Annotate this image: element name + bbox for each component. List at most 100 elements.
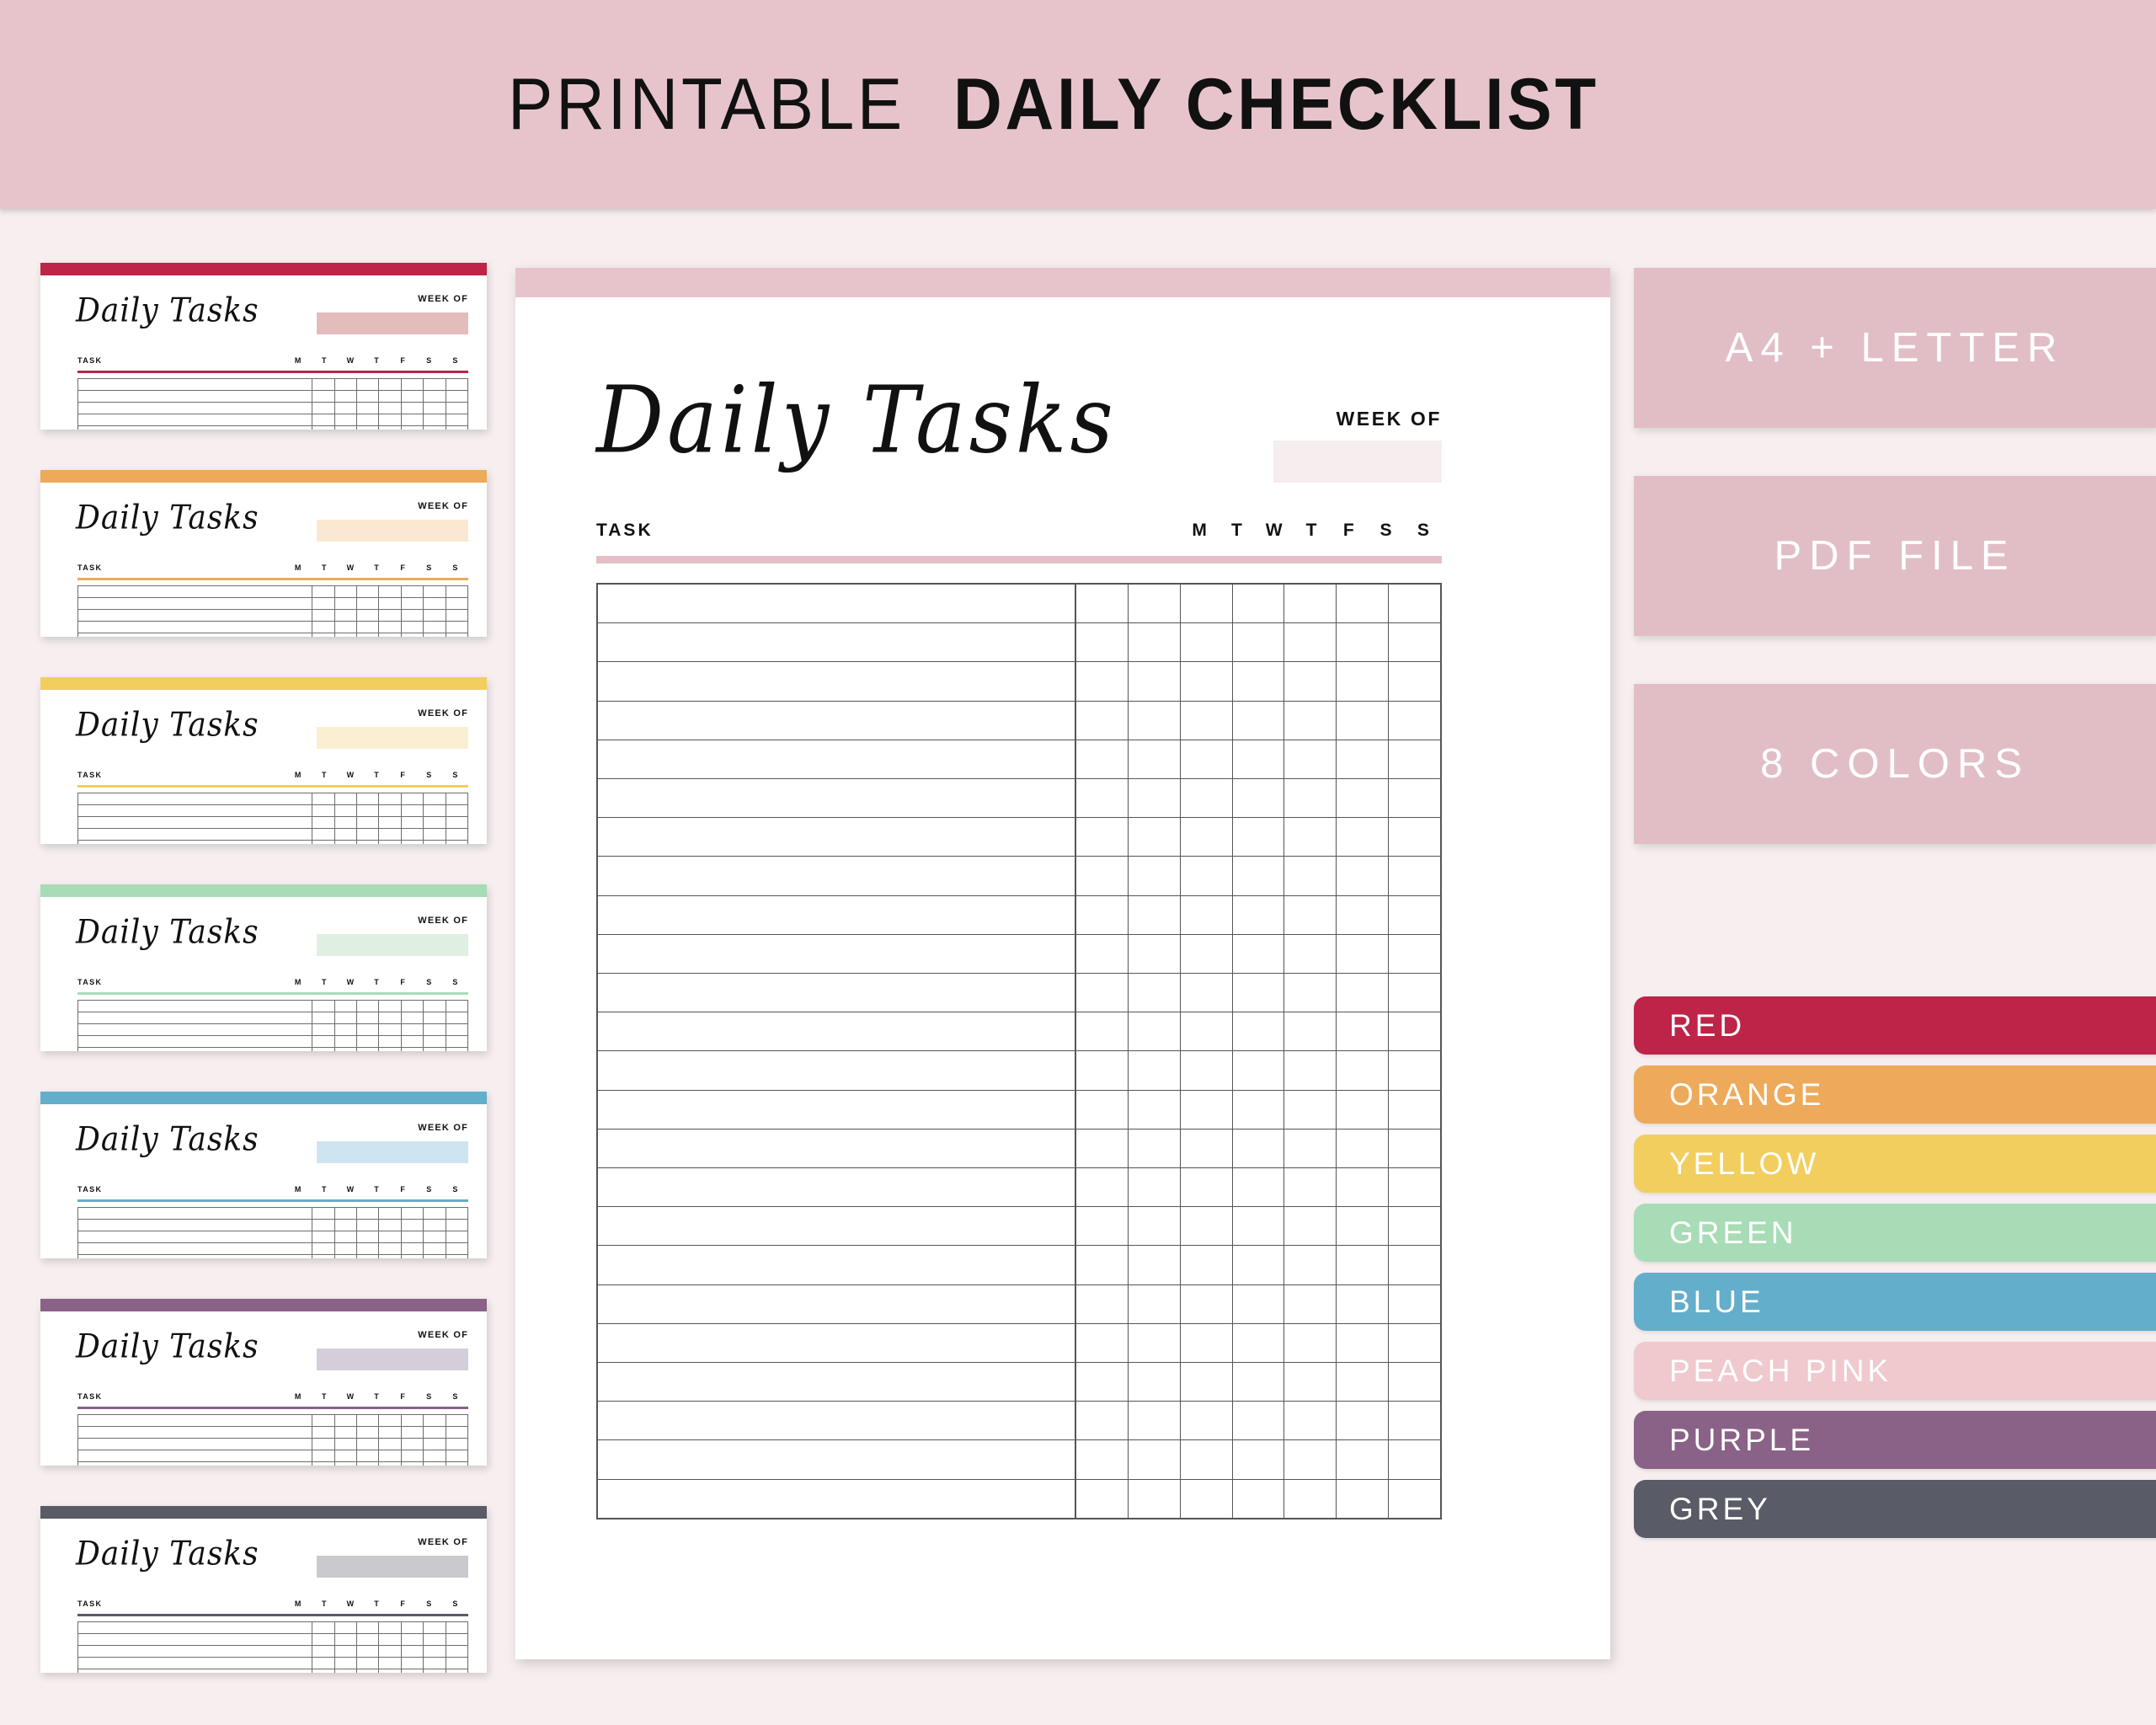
checkbox-cell[interactable]: [1389, 1091, 1441, 1130]
checkbox-cell[interactable]: [1284, 818, 1337, 857]
checkbox-cell[interactable]: [1128, 1207, 1180, 1247]
checkbox-cell[interactable]: [1076, 974, 1128, 1013]
checkbox-cell[interactable]: [1180, 779, 1232, 819]
checkbox-cell[interactable]: [1337, 1207, 1389, 1247]
checkbox-cell[interactable]: [1128, 623, 1180, 663]
checkbox-cell[interactable]: [1180, 1091, 1232, 1130]
checkbox-cell[interactable]: [1337, 662, 1389, 702]
table-row[interactable]: [598, 935, 1075, 975]
checkbox-cell[interactable]: [1076, 662, 1128, 702]
sheet-day-column-0[interactable]: [1076, 585, 1129, 1518]
checkbox-cell[interactable]: [1232, 1130, 1284, 1169]
checkbox-cell[interactable]: [1233, 1480, 1284, 1518]
table-row[interactable]: [598, 1246, 1075, 1285]
checkbox-cell[interactable]: [1232, 740, 1284, 780]
checkbox-cell[interactable]: [1180, 1130, 1232, 1169]
checkbox-cell[interactable]: [1337, 896, 1389, 935]
checkbox-cell[interactable]: [1232, 1091, 1284, 1130]
checkbox-cell[interactable]: [1180, 974, 1232, 1013]
checkbox-cell[interactable]: [1129, 1480, 1180, 1518]
checkbox-cell[interactable]: [1076, 1051, 1128, 1091]
checkbox-cell[interactable]: [1076, 1324, 1128, 1364]
checkbox-cell[interactable]: [1076, 702, 1128, 740]
color-swatch-grey[interactable]: GREY: [1634, 1480, 2156, 1538]
table-row[interactable]: [598, 1051, 1075, 1091]
checkbox-cell[interactable]: [1076, 1363, 1128, 1402]
checkbox-cell[interactable]: [1389, 1207, 1441, 1247]
checkbox-cell[interactable]: [1180, 662, 1232, 702]
checkbox-cell[interactable]: [1232, 1051, 1284, 1091]
table-row[interactable]: [598, 1440, 1075, 1480]
checkbox-cell[interactable]: [1389, 1168, 1441, 1208]
checkbox-cell[interactable]: [1337, 1480, 1388, 1518]
checkbox-cell[interactable]: [1284, 585, 1337, 624]
checkbox-cell[interactable]: [1076, 1480, 1128, 1518]
checkbox-cell[interactable]: [1337, 585, 1389, 624]
checkbox-cell[interactable]: [1284, 974, 1337, 1013]
checkbox-cell[interactable]: [1128, 702, 1180, 740]
checkbox-cell[interactable]: [1128, 662, 1180, 702]
checkbox-cell[interactable]: [1284, 1168, 1337, 1208]
checkbox-cell[interactable]: [1180, 1168, 1232, 1208]
checkbox-cell[interactable]: [1389, 779, 1441, 819]
thumbnail-card-grey[interactable]: Daily Tasks WEEK OF TASK M T W T F S S: [40, 1506, 487, 1673]
checkbox-cell[interactable]: [1128, 779, 1180, 819]
checkbox-cell[interactable]: [1128, 740, 1180, 780]
checkbox-cell[interactable]: [1337, 1130, 1389, 1169]
checkbox-cell[interactable]: [1389, 1130, 1441, 1169]
checkbox-cell[interactable]: [1389, 1402, 1441, 1441]
table-row[interactable]: [598, 662, 1075, 702]
checkbox-cell[interactable]: [1284, 857, 1337, 896]
checkbox-cell[interactable]: [1180, 1363, 1232, 1402]
checkbox-cell[interactable]: [1389, 585, 1441, 624]
checkbox-cell[interactable]: [1232, 935, 1284, 975]
checkbox-cell[interactable]: [1389, 1363, 1441, 1402]
thumbnail-card-yellow[interactable]: Daily Tasks WEEK OF TASK M T W T F S S: [40, 677, 487, 844]
checkbox-cell[interactable]: [1076, 740, 1128, 780]
checkbox-cell[interactable]: [1337, 857, 1389, 896]
checkbox-cell[interactable]: [1076, 1130, 1128, 1169]
checkbox-cell[interactable]: [1128, 1440, 1180, 1480]
checkbox-cell[interactable]: [1076, 1285, 1128, 1324]
checkbox-cell[interactable]: [1180, 1402, 1232, 1441]
checkbox-cell[interactable]: [1284, 1130, 1337, 1169]
sheet-day-columns[interactable]: [1076, 585, 1441, 1518]
table-row[interactable]: [598, 1402, 1075, 1441]
checkbox-cell[interactable]: [1389, 1440, 1441, 1480]
checkbox-cell[interactable]: [1128, 1363, 1180, 1402]
checkbox-cell[interactable]: [1232, 1285, 1284, 1324]
table-row[interactable]: [598, 1363, 1075, 1402]
checkbox-cell[interactable]: [1389, 1480, 1440, 1518]
checkbox-cell[interactable]: [1284, 1402, 1337, 1441]
sheet-day-column-5[interactable]: [1337, 585, 1390, 1518]
checkbox-cell[interactable]: [1337, 1091, 1389, 1130]
checkbox-cell[interactable]: [1232, 1012, 1284, 1052]
checkbox-cell[interactable]: [1180, 1440, 1232, 1480]
checkbox-cell[interactable]: [1284, 1440, 1337, 1480]
table-row[interactable]: [598, 740, 1075, 780]
checkbox-cell[interactable]: [1232, 585, 1284, 624]
checkbox-cell[interactable]: [1389, 818, 1441, 857]
checkbox-cell[interactable]: [1076, 1440, 1128, 1480]
checkbox-cell[interactable]: [1389, 623, 1441, 663]
checkbox-cell[interactable]: [1389, 1246, 1441, 1285]
checkbox-cell[interactable]: [1181, 1480, 1232, 1518]
checkbox-cell[interactable]: [1337, 1051, 1389, 1091]
checkbox-cell[interactable]: [1337, 1324, 1389, 1364]
checkbox-cell[interactable]: [1076, 1402, 1128, 1441]
checkbox-cell[interactable]: [1337, 1440, 1389, 1480]
checkbox-cell[interactable]: [1076, 585, 1128, 624]
table-row[interactable]: [598, 857, 1075, 896]
checkbox-cell[interactable]: [1389, 1012, 1441, 1052]
checkbox-cell[interactable]: [1389, 662, 1441, 702]
checkbox-cell[interactable]: [1128, 896, 1180, 935]
checkbox-cell[interactable]: [1284, 662, 1337, 702]
checkbox-cell[interactable]: [1389, 896, 1441, 935]
color-swatch-red[interactable]: RED: [1634, 996, 2156, 1055]
checkbox-cell[interactable]: [1076, 1168, 1128, 1208]
checkbox-cell[interactable]: [1128, 1168, 1180, 1208]
checkbox-cell[interactable]: [1337, 935, 1389, 975]
checkbox-cell[interactable]: [1128, 1246, 1180, 1285]
table-row[interactable]: [598, 974, 1075, 1013]
color-swatch-blue[interactable]: BLUE: [1634, 1273, 2156, 1331]
